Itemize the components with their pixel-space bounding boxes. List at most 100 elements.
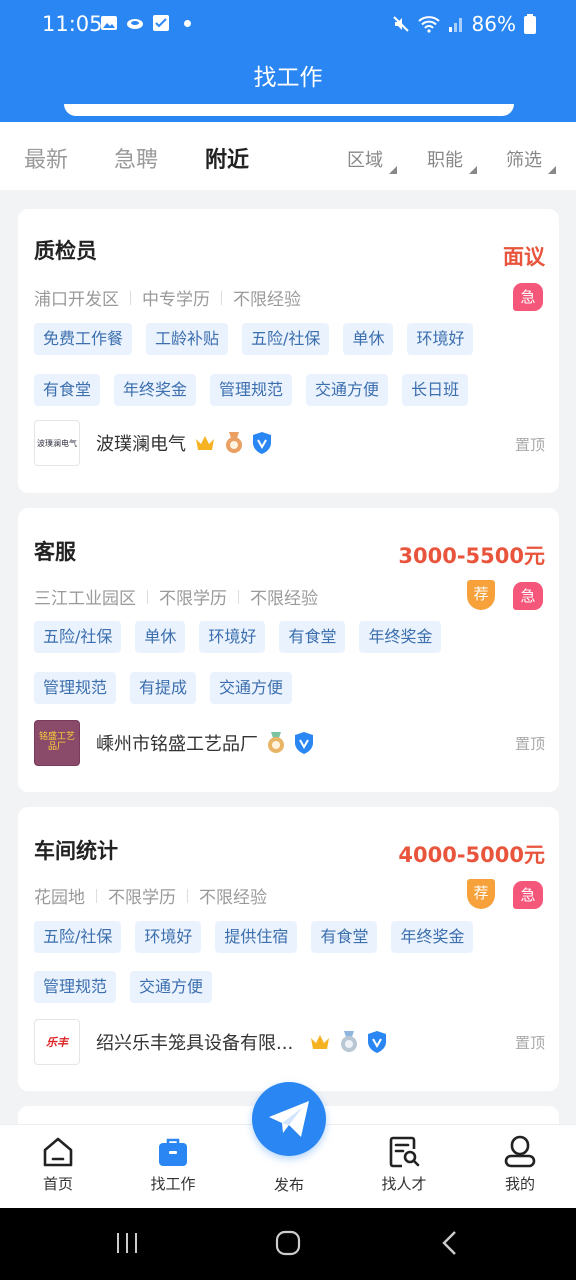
- filter-function[interactable]: 职能: [427, 146, 477, 174]
- benefit-tag: 交通方便: [130, 971, 213, 1003]
- job-title: 客服: [34, 540, 76, 564]
- job-area: 浦口开发区: [34, 290, 119, 310]
- back-icon[interactable]: [438, 1230, 464, 1256]
- benefit-tag: 工龄补贴: [146, 323, 229, 355]
- benefit-tag: 单休: [343, 323, 394, 355]
- app-header: 11:05 86% 找工作: [0, 0, 576, 122]
- benefit-tag: 免费工作餐: [34, 323, 133, 355]
- benefit-tag: 管理规范: [34, 971, 117, 1003]
- benefit-tag: 五险/社保: [34, 621, 122, 653]
- tab-talent-label: 找人才: [381, 1175, 427, 1193]
- job-card[interactable]: 车间统计 4000-5000元 花园地 不限学历 不限经验 荐 急 五险/社保 …: [18, 807, 559, 1091]
- search-bar[interactable]: [64, 104, 514, 116]
- job-experience: 不限经验: [199, 888, 267, 908]
- benefit-tag: 环境好: [135, 921, 202, 953]
- tab-home[interactable]: 首页: [18, 1135, 98, 1194]
- system-nav-bar: [0, 1208, 576, 1280]
- battery-level: 86%: [471, 12, 516, 36]
- publish-button[interactable]: [252, 1082, 326, 1156]
- crown-icon: [196, 436, 214, 450]
- paper-plane-icon: [269, 1101, 309, 1137]
- benefit-tag: 长日班: [402, 374, 469, 406]
- home-button-icon[interactable]: [275, 1230, 301, 1256]
- job-meta: 三江工业园区 不限学历 不限经验: [34, 584, 318, 609]
- filter-area[interactable]: 区域: [347, 146, 397, 174]
- medal-icon: [268, 732, 284, 753]
- job-meta: 浦口开发区 中专学历 不限经验: [34, 285, 301, 310]
- benefit-tag: 有提成: [130, 672, 197, 704]
- tag-row: 有食堂 年终奖金 管理规范 交通方便 长日班: [34, 374, 469, 406]
- pinned-label: 置顶: [514, 436, 545, 454]
- benefit-tag: 有食堂: [34, 374, 101, 406]
- job-card[interactable]: 质检员 面议 浦口开发区 中专学历 不限经验 急 免费工作餐 工龄补贴 五险/社…: [18, 209, 559, 493]
- status-bar: 11:05 86%: [0, 10, 576, 40]
- caret-icon: [389, 166, 397, 174]
- job-salary: 面议: [503, 245, 545, 269]
- benefit-tag: 提供住宿: [215, 921, 298, 953]
- verified-icon: [295, 732, 313, 754]
- tab-urgent[interactable]: 急聘: [114, 142, 158, 174]
- mute-icon: [392, 16, 409, 32]
- recommend-badge: 荐: [467, 879, 495, 909]
- company-logo: 波璞澜电气: [34, 420, 80, 466]
- battery-icon: [524, 14, 536, 34]
- filter-area-label: 区域: [347, 150, 383, 171]
- tag-row: 免费工作餐 工龄补贴 五险/社保 单休 环境好: [34, 323, 474, 355]
- verified-icon: [253, 432, 271, 454]
- caret-icon: [469, 166, 477, 174]
- pinned-label: 置顶: [514, 1034, 545, 1052]
- company-info[interactable]: 波璞澜电气 波璞澜电气: [34, 420, 272, 466]
- caret-icon: [548, 166, 556, 174]
- job-education: 不限学历: [159, 589, 227, 609]
- tab-latest[interactable]: 最新: [24, 142, 68, 174]
- benefit-tag: 管理规范: [210, 374, 293, 406]
- company-name: 绍兴乐丰笼具设备有限...: [96, 1033, 294, 1054]
- tab-mine[interactable]: 我的: [480, 1135, 560, 1194]
- wifi-icon: [417, 16, 440, 33]
- benefit-tag: 管理规范: [34, 672, 117, 704]
- medal-icon: [226, 432, 242, 453]
- tab-home-label: 首页: [42, 1175, 73, 1193]
- job-salary: 4000-5000元: [398, 843, 545, 867]
- company-name: 波璞澜电气: [96, 434, 186, 455]
- home-icon: [43, 1137, 73, 1167]
- job-area: 花园地: [34, 888, 85, 908]
- notification-dot: [184, 19, 191, 27]
- benefit-tag: 交通方便: [210, 672, 293, 704]
- filter-function-label: 职能: [427, 150, 463, 171]
- tag-row: 五险/社保 单休 环境好 有食堂 年终奖金: [34, 621, 442, 653]
- benefit-tag: 年终奖金: [359, 621, 442, 653]
- tab-jobs[interactable]: 找工作: [133, 1135, 213, 1194]
- urgent-badge: 急: [513, 283, 543, 311]
- company-logo: 乐丰: [34, 1019, 80, 1065]
- benefit-tag: 有食堂: [311, 921, 378, 953]
- tab-nearby[interactable]: 附近: [205, 142, 249, 174]
- recommend-badge: 荐: [467, 580, 495, 610]
- benefit-tag: 五险/社保: [34, 921, 122, 953]
- pinned-label: 置顶: [514, 735, 545, 753]
- company-logo: 铭盛工艺品厂: [34, 720, 80, 766]
- signal-icon: [448, 18, 462, 32]
- tag-row: 管理规范 交通方便: [34, 971, 213, 1003]
- logo-text: 铭盛工艺品厂: [38, 732, 75, 752]
- logo-text: 乐丰: [46, 1036, 68, 1049]
- benefit-tag: 有食堂: [279, 621, 346, 653]
- job-meta: 花园地 不限学历 不限经验: [34, 883, 267, 908]
- company-info[interactable]: 乐丰 绍兴乐丰笼具设备有限...: [34, 1019, 387, 1065]
- status-time: 11:05: [42, 12, 103, 36]
- company-info[interactable]: 铭盛工艺品厂 嵊州市铭盛工艺品厂: [34, 720, 314, 766]
- crown-icon: [311, 1035, 330, 1049]
- recents-icon[interactable]: [114, 1230, 140, 1256]
- briefcase-icon: [159, 1138, 187, 1166]
- urgent-badge: 急: [513, 881, 543, 909]
- filter-more[interactable]: 筛选: [506, 146, 556, 174]
- cloud-icon: [127, 19, 143, 29]
- job-education: 中专学历: [142, 290, 210, 310]
- job-experience: 不限经验: [250, 589, 318, 609]
- benefit-tag: 单休: [135, 621, 186, 653]
- urgent-badge: 急: [513, 582, 543, 610]
- benefit-tag: 交通方便: [306, 374, 389, 406]
- job-card[interactable]: 客服 3000-5500元 三江工业园区 不限学历 不限经验 荐 急 五险/社保…: [18, 508, 559, 792]
- tag-row: 管理规范 有提成 交通方便: [34, 672, 293, 704]
- tab-talent[interactable]: 找人才: [364, 1135, 444, 1194]
